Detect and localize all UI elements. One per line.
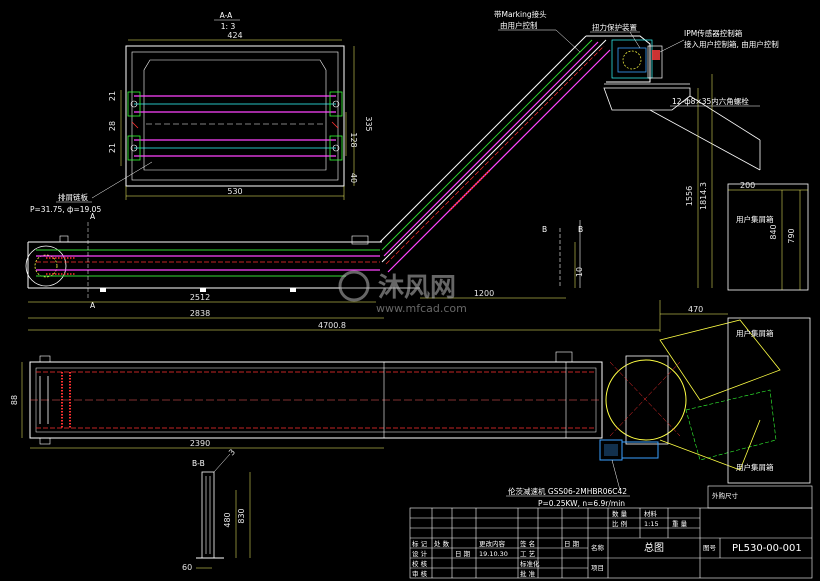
dim-top-left: 88	[10, 395, 19, 405]
tb-review-label: 审 核	[412, 569, 428, 578]
tb-drawing-number: PL530-00-001	[732, 543, 802, 554]
dim-40: 40	[349, 173, 358, 183]
tb-material-label: 材料	[644, 509, 658, 518]
dim-1556: 1556	[685, 186, 694, 206]
ipm-box-label: IPM传感器控制箱	[684, 28, 743, 38]
dim-530: 530	[227, 187, 242, 196]
tb-row-sign: 签 名	[520, 539, 535, 548]
dim-424: 424	[227, 31, 242, 40]
tb-drawing-name: 总图	[644, 541, 664, 554]
dim-470: 470	[688, 305, 703, 314]
tb-project-label: 项目	[591, 564, 604, 572]
dim-480: 480	[223, 512, 232, 527]
dim-2512: 2512	[190, 293, 210, 302]
dim-21-top: 21	[108, 91, 117, 101]
motor-model-label: 伦茨减速机 GSS06-2MHBR06C42	[508, 486, 627, 496]
dim-830: 830	[237, 508, 246, 523]
dim-21-bot: 21	[108, 143, 117, 153]
tb-row-change: 更改内容	[479, 539, 506, 548]
user-box-label-2: 用户集屑箱	[736, 328, 774, 338]
tb-scale-value: 1:15	[644, 520, 659, 528]
dim-200: 200	[740, 181, 755, 190]
section-bb-title: B-B	[192, 459, 205, 468]
torque-limiter-label: 扭力保护装置	[592, 22, 637, 32]
dim-335: 335	[364, 116, 373, 131]
tb-number-label: 图号	[703, 544, 717, 552]
dim-4700: 4700.8	[318, 321, 346, 330]
dim-1814: 1814.3	[699, 182, 708, 210]
tb-process-label: 工 艺	[520, 550, 536, 558]
tb-date-value: 19.10.30	[479, 550, 508, 558]
watermark-en: www.mfcad.com	[376, 302, 467, 315]
marker-b-right: B	[578, 225, 583, 234]
chain-plate-label: 排屑链板	[58, 192, 88, 202]
motor-spec-label: P=0.25KW, n=6.9r/min	[538, 499, 625, 508]
dim-60: 60	[182, 563, 192, 572]
tb-weight-label: 重 量	[672, 520, 688, 528]
dim-28: 28	[108, 121, 117, 131]
tb-date-label: 日 期	[455, 550, 471, 558]
tb-check-label: 校 核	[412, 559, 428, 568]
tb-row-date: 日 期	[564, 540, 580, 548]
dim-1200: 1200	[474, 289, 494, 298]
bolt-label: 12-ф8×35内六角螺栓	[672, 96, 749, 106]
tb-standard-label: 标准化	[520, 559, 540, 568]
tb-design-label: 设 计	[412, 549, 428, 558]
user-box-label-3: 用户集屑箱	[736, 462, 774, 472]
dim-790: 790	[787, 228, 796, 243]
watermark-cn: 沐风网	[378, 273, 456, 303]
tb-approve-label: 批 准	[520, 569, 536, 578]
ipm-control-label: 接入用户控制箱, 由用户控制	[684, 39, 779, 49]
tb-scale-label: 比 例	[612, 519, 627, 528]
marking-joint-label: 带Marking接头	[494, 9, 547, 19]
tb-quantity-label: 数 量	[612, 509, 628, 518]
dim-2390: 2390	[190, 439, 210, 448]
tb-name-label: 名称	[591, 543, 605, 552]
marking-control-label: 由用户控制	[500, 20, 538, 30]
dim-840: 840	[769, 224, 778, 239]
user-box-label-1: 用户集屑箱	[736, 214, 774, 224]
cad-drawing: A-A 1: 3 424 335 128 40 21 28 21 530 排屑链…	[0, 0, 820, 581]
marker-b-left: B	[542, 225, 547, 234]
tb-row-mark: 标 记	[412, 539, 428, 548]
marker-a-top: A	[90, 212, 96, 221]
marker-a-bot: A	[90, 301, 96, 310]
tb-note-right: 外购尺寸	[712, 491, 739, 500]
dim-2838: 2838	[190, 309, 210, 318]
section-aa-title: A-A	[220, 11, 234, 20]
dim-10: 10	[575, 267, 584, 277]
section-aa-scale: 1: 3	[221, 22, 236, 31]
tb-row-count: 处 数	[434, 539, 450, 548]
dim-128: 128	[349, 132, 358, 147]
